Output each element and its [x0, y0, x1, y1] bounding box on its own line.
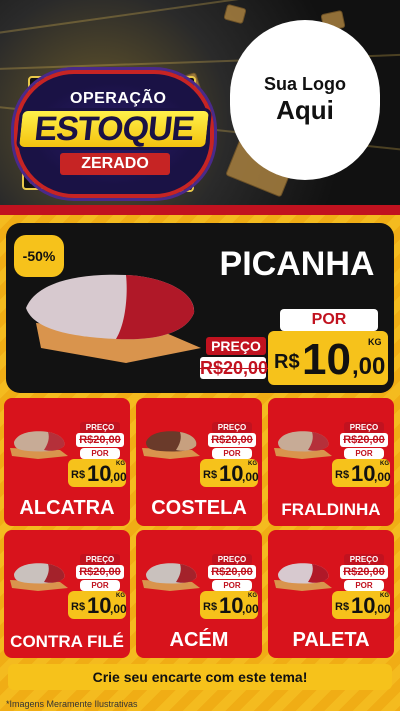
currency: R$	[203, 469, 218, 481]
badge-operacao: OPERAÇÃO	[70, 90, 167, 107]
por-label: POR	[212, 580, 252, 591]
badge-zerado: ZERADO	[60, 153, 170, 175]
price-cents: ,00	[242, 602, 259, 616]
price: R$ 10,00 KG	[200, 459, 259, 487]
currency: R$	[335, 469, 350, 481]
badge-estoque: ESTOQUE	[15, 108, 213, 150]
currency: R$	[71, 469, 86, 481]
old-price: R$20,00	[340, 433, 388, 447]
unit: KG	[380, 461, 389, 467]
product-card-5[interactable]: PREÇO R$20,00 POR R$ 10,00 KG PALETA	[268, 530, 394, 658]
price-int: 10	[87, 461, 112, 486]
price-int: 10	[302, 335, 351, 384]
divider-band	[0, 205, 400, 215]
hero-banner: $ $ $ $ OPERAÇÃO ESTOQUE ZERADO Sua Logo…	[0, 0, 400, 208]
price: R$ 10,00 KG	[200, 591, 259, 619]
price: R$ 10,00 KG	[332, 459, 391, 487]
unit: KG	[116, 461, 125, 467]
unit: KG	[116, 593, 125, 599]
por-label: POR	[80, 580, 120, 591]
old-price: R$20,00	[200, 357, 269, 379]
meat-image	[142, 431, 200, 459]
currency: R$	[274, 351, 300, 373]
product-name: COSTELA	[151, 497, 247, 519]
price-cents: ,00	[110, 470, 127, 484]
old-price: R$20,00	[208, 565, 256, 579]
unit: KG	[248, 593, 257, 599]
cta-banner[interactable]: Crie seu encarte com este tema!	[8, 664, 392, 690]
price-int: 10	[87, 593, 112, 618]
price-int: 10	[219, 461, 244, 486]
featured-product: -50% PICANHA PREÇO R$20,00 POR R$ 10 ,00…	[6, 223, 394, 393]
por-label: POR	[344, 448, 384, 459]
preco-label: PREÇO	[212, 554, 252, 565]
logo-line-1: Sua Logo	[264, 74, 346, 94]
preco-label: PREÇO	[212, 422, 252, 433]
featured-product-name: PICANHA	[219, 245, 375, 283]
product-card-2[interactable]: PREÇO R$20,00 POR R$ 10,00 KG FRALDINHA	[268, 398, 394, 526]
por-label: POR	[344, 580, 384, 591]
price-cents: ,00	[352, 353, 386, 380]
meat-image	[142, 563, 200, 591]
price-int: 10	[351, 593, 376, 618]
logo-line-2: Aqui	[276, 95, 334, 125]
preco-label: PREÇO	[80, 422, 120, 433]
price: R$ 10,00 KG	[332, 591, 391, 619]
disclaimer: *Imagens Meramente Ilustrativas	[6, 699, 138, 709]
unit: KG	[248, 461, 257, 467]
old-price: R$20,00	[76, 433, 124, 447]
logo-placeholder: Sua Logo Aqui	[230, 20, 380, 180]
meat-image	[10, 431, 68, 459]
discount-badge: -50%	[14, 235, 64, 277]
preco-label: PREÇO	[344, 422, 384, 433]
product-name: PALETA	[292, 629, 370, 651]
price-cents: ,00	[374, 470, 391, 484]
preco-label: PREÇO	[206, 337, 266, 355]
product-card-4[interactable]: PREÇO R$20,00 POR R$ 10,00 KG ACÉM	[136, 530, 262, 658]
currency: R$	[71, 601, 86, 613]
unit: KG	[368, 337, 382, 347]
old-price: R$20,00	[208, 433, 256, 447]
product-name: CONTRA FILÉ	[10, 632, 124, 651]
old-price: R$20,00	[340, 565, 388, 579]
price-int: 10	[351, 461, 376, 486]
product-card-3[interactable]: PREÇO R$20,00 POR R$ 10,00 KG CONTRA FILÉ	[4, 530, 130, 658]
product-name: FRALDINHA	[281, 500, 381, 519]
price-cents: ,00	[110, 602, 127, 616]
product-card-1[interactable]: PREÇO R$20,00 POR R$ 10,00 KG COSTELA	[136, 398, 262, 526]
por-label: POR	[280, 309, 378, 331]
por-label: POR	[80, 448, 120, 459]
featured-price: R$ 10 ,00 KG	[268, 331, 388, 385]
meat-image	[10, 563, 68, 591]
currency: R$	[335, 601, 350, 613]
meat-image	[274, 563, 332, 591]
preco-label: PREÇO	[80, 554, 120, 565]
currency: R$	[203, 601, 218, 613]
price-cents: ,00	[242, 470, 259, 484]
price-int: 10	[219, 593, 244, 618]
product-card-0[interactable]: PREÇO R$20,00 POR R$ 10,00 KG ALCATRA	[4, 398, 130, 526]
unit: KG	[380, 593, 389, 599]
price: R$ 10,00 KG	[68, 459, 127, 487]
product-name: ACÉM	[169, 629, 229, 651]
preco-label: PREÇO	[344, 554, 384, 565]
old-price: R$20,00	[76, 565, 124, 579]
price: R$ 10,00 KG	[68, 591, 127, 619]
meat-image	[274, 431, 332, 459]
box-icon	[223, 3, 247, 25]
price-cents: ,00	[374, 602, 391, 616]
product-name: ALCATRA	[19, 497, 115, 519]
por-label: POR	[212, 448, 252, 459]
